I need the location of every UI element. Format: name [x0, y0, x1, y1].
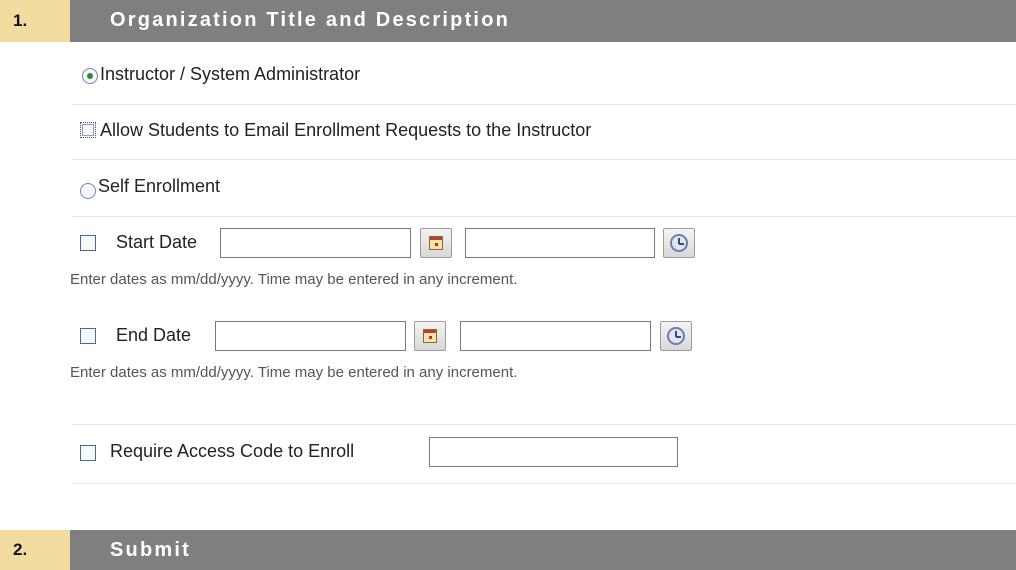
instructor-radio[interactable] [82, 68, 98, 84]
start-time-clock-button[interactable] [663, 228, 695, 258]
end-date-calendar-button[interactable] [414, 321, 446, 351]
self-enrollment-radio[interactable] [80, 183, 96, 199]
start-date-input[interactable] [220, 228, 411, 258]
section-number: 1. [0, 0, 70, 42]
access-code-row: Require Access Code to Enroll [72, 424, 1016, 484]
email-requests-row: Allow Students to Email Enrollment Reque… [72, 105, 1016, 160]
start-date-calendar-button[interactable] [420, 228, 452, 258]
end-date-label: End Date [116, 325, 192, 345]
instructor-option-row: Instructor / System Administrator [72, 52, 1016, 105]
section-title: Organization Title and Description [110, 9, 511, 31]
email-requests-label: Allow Students to Email Enrollment Reque… [100, 120, 592, 140]
section-header-1: 1. Organization Title and Description [0, 0, 1016, 42]
end-date-checkbox[interactable] [80, 328, 96, 344]
clock-icon [667, 327, 685, 345]
start-time-input[interactable] [465, 228, 655, 258]
end-time-input[interactable] [460, 321, 651, 351]
access-code-checkbox[interactable] [80, 445, 96, 461]
calendar-icon [423, 329, 437, 343]
access-code-label: Require Access Code to Enroll [110, 441, 355, 461]
submit-section-title[interactable]: Submit [110, 530, 191, 570]
clock-icon [670, 234, 688, 252]
instructor-option-label: Instructor / System Administrator [100, 64, 361, 84]
section-header-2: 2. Submit [0, 530, 1016, 570]
section-number: 2. [0, 530, 70, 570]
email-requests-checkbox[interactable] [80, 122, 96, 138]
end-time-clock-button[interactable] [660, 321, 692, 351]
start-date-hint: Enter dates as mm/dd/yyyy. Time may be e… [70, 271, 518, 288]
self-enrollment-row: Self Enrollment [72, 160, 1016, 217]
access-code-input[interactable] [429, 437, 678, 467]
start-date-label: Start Date [116, 232, 198, 252]
calendar-icon [429, 236, 443, 250]
start-date-checkbox[interactable] [80, 235, 96, 251]
self-enrollment-label: Self Enrollment [98, 176, 221, 196]
end-date-input[interactable] [215, 321, 406, 351]
end-date-hint: Enter dates as mm/dd/yyyy. Time may be e… [70, 364, 518, 381]
